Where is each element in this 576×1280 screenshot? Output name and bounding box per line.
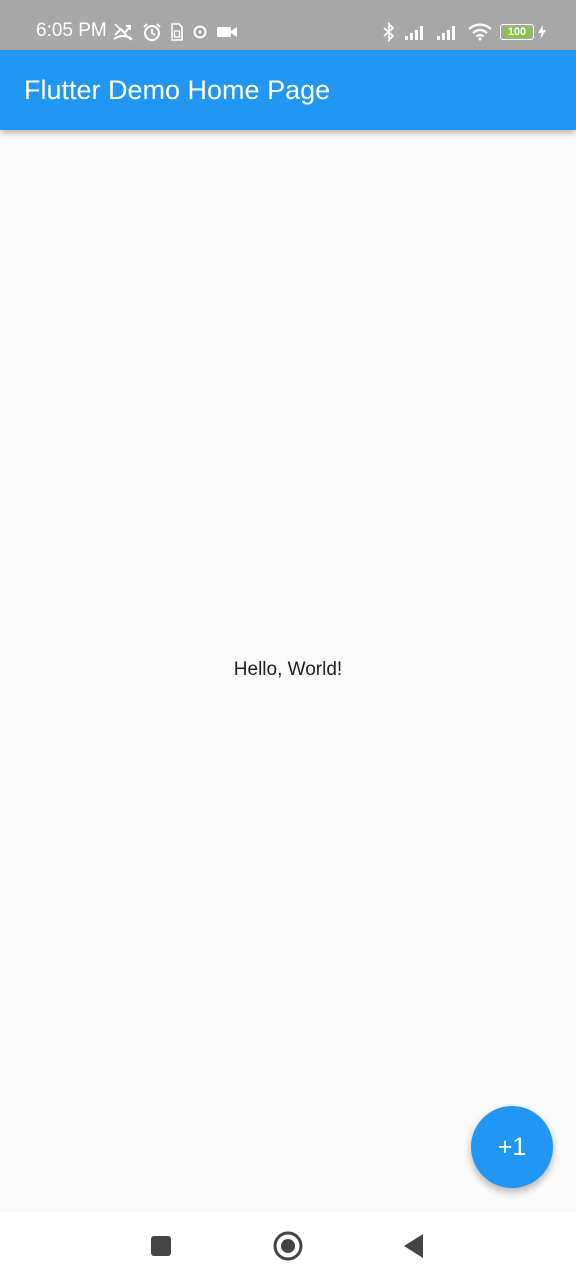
- signal-icon: [404, 23, 428, 41]
- hello-text: Hello, World!: [233, 659, 343, 680]
- missed-call-icon: [112, 22, 134, 42]
- system-nav-bar: [0, 1212, 576, 1280]
- status-right-icons: 100: [382, 20, 546, 44]
- sim-icon: [170, 23, 184, 41]
- battery-level: 100: [507, 25, 527, 38]
- recents-square-icon: [151, 1236, 171, 1256]
- status-left-icons: [112, 20, 238, 44]
- status-bar: 6:05 PM 100: [0, 0, 576, 50]
- increment-fab-button[interactable]: +1: [471, 1106, 553, 1188]
- app-bar: Flutter Demo Home Page: [0, 50, 576, 130]
- page-title: Flutter Demo Home Page: [24, 75, 331, 105]
- back-button[interactable]: [390, 1222, 438, 1270]
- status-time: 6:05 PM: [36, 20, 107, 41]
- wifi-icon: [468, 23, 492, 41]
- charging-bolt-icon: [538, 25, 546, 39]
- battery-icon: 100: [500, 24, 534, 40]
- bluetooth-icon: [382, 22, 396, 42]
- fab-label: +1: [497, 1132, 527, 1161]
- signal-icon: [436, 23, 460, 41]
- home-circle-icon: [273, 1231, 303, 1261]
- video-camera-icon: [216, 24, 238, 40]
- alarm-icon: [142, 22, 162, 42]
- home-button[interactable]: [264, 1222, 312, 1270]
- main-content: Hello, World!: [0, 130, 576, 1212]
- back-triangle-icon: [404, 1234, 423, 1258]
- recents-button[interactable]: [137, 1222, 185, 1270]
- sync-icon: [192, 24, 208, 40]
